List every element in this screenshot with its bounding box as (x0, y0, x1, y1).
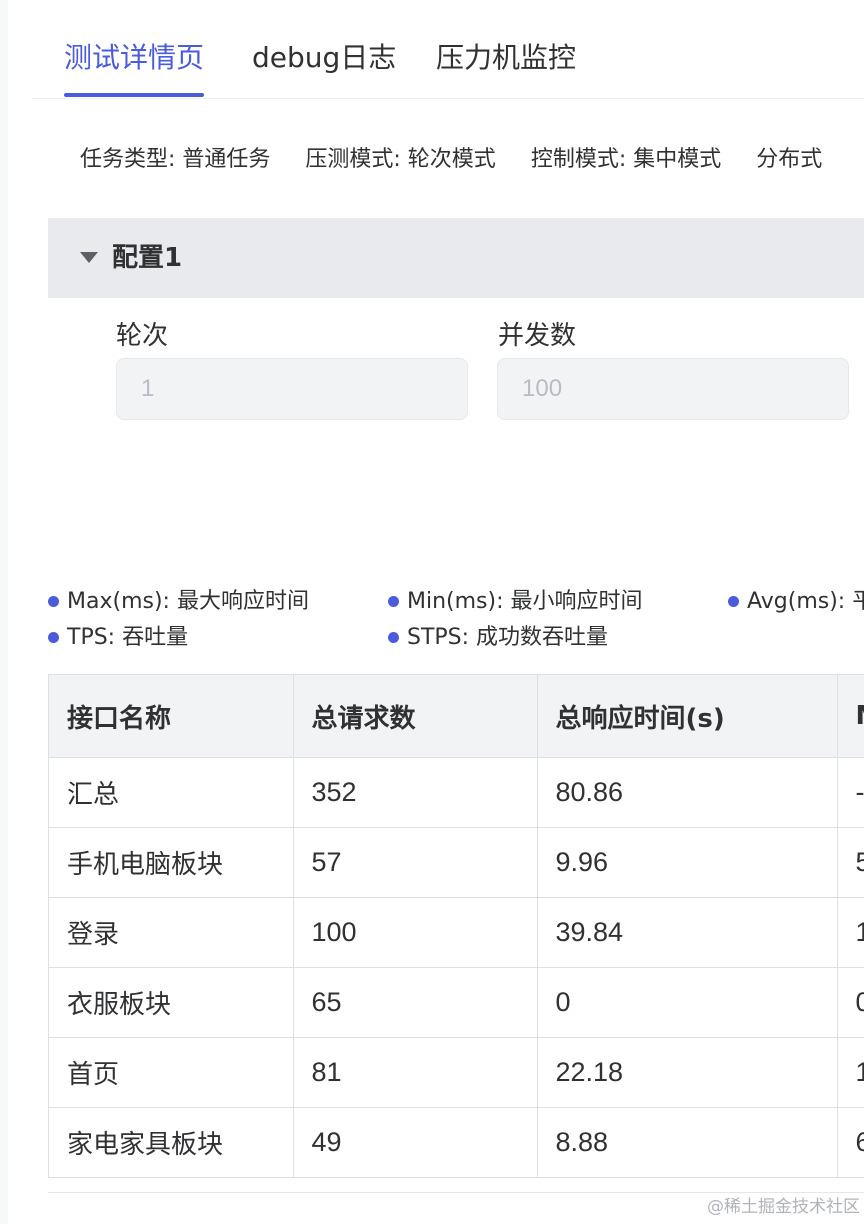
config-title: 配置1 (112, 243, 183, 273)
cell-max: 1 (837, 897, 864, 968)
cell-api-name: 首页 (49, 1037, 294, 1108)
cell-total-response-time: 39.84 (537, 897, 838, 968)
legend-min: Min(ms): 最小响应时间 (388, 584, 643, 620)
cell-api-name: 登录 (49, 897, 294, 968)
active-tab-indicator (64, 93, 204, 97)
cell-api-name: 手机电脑板块 (49, 827, 294, 898)
table-row: 首页 81 22.18 1 (49, 1037, 864, 1108)
dot-icon (388, 632, 399, 643)
table-header-row: 接口名称 总请求数 总响应时间(s) M (49, 675, 864, 758)
cell-total-response-time: 8.88 (537, 1107, 838, 1177)
tab-load-machine-monitor[interactable]: 压力机监控 (436, 38, 576, 78)
cell-total-requests: 100 (293, 897, 538, 968)
legend-stps: STPS: 成功数吞吐量 (388, 620, 608, 656)
task-meta: 任务类型: 普通任务 压测模式: 轮次模式 控制模式: 集中模式 分布式 (80, 140, 850, 180)
cell-max: - (837, 757, 864, 828)
rounds-input[interactable]: 1 (116, 358, 468, 420)
cell-total-requests: 65 (293, 967, 538, 1038)
cell-total-requests: 49 (293, 1107, 538, 1177)
cell-total-response-time: 9.96 (537, 827, 838, 898)
cell-api-name: 家电家具板块 (49, 1107, 294, 1177)
tab-debug-log[interactable]: debug日志 (252, 38, 396, 78)
cell-total-requests: 352 (293, 757, 538, 828)
control-mode: 控制模式: 集中模式 (530, 147, 722, 172)
cell-max: 0 (837, 967, 864, 1038)
header-api-name: 接口名称 (49, 675, 294, 758)
table-row: 登录 100 39.84 1 (49, 897, 864, 968)
tab-test-detail[interactable]: 测试详情页 (64, 38, 204, 78)
divider (48, 1192, 864, 1193)
stats-table: 接口名称 总请求数 总响应时间(s) M 汇总 352 80.86 - 手机电脑… (49, 675, 864, 1177)
header-total-response-time: 总响应时间(s) (537, 675, 838, 758)
caret-down-icon[interactable] (80, 252, 98, 263)
cell-max: 1 (837, 1037, 864, 1108)
table-row: 汇总 352 80.86 - (49, 757, 864, 828)
concurrency-label: 并发数 (498, 321, 577, 351)
cell-max: 5 (837, 827, 864, 898)
test-detail-page: 测试详情页 debug日志 压力机监控 任务类型: 普通任务 压测模式: 轮次模… (0, 0, 864, 1224)
dot-icon (728, 596, 739, 607)
cell-max: 6 (837, 1107, 864, 1177)
legend-max: Max(ms): 最大响应时间 (48, 584, 309, 620)
cell-api-name: 汇总 (49, 757, 294, 828)
cell-total-response-time: 0 (537, 967, 838, 1038)
task-type: 任务类型: 普通任务 (80, 147, 271, 172)
header-total-requests: 总请求数 (293, 675, 538, 758)
dot-icon (48, 596, 59, 607)
legend-tps: TPS: 吞吐量 (48, 620, 188, 656)
concurrency-input[interactable]: 100 (497, 358, 849, 420)
tab-bar: 测试详情页 debug日志 压力机监控 (32, 0, 864, 99)
rounds-label: 轮次 (116, 321, 169, 351)
table-row: 手机电脑板块 57 9.96 5 (49, 827, 864, 898)
table-row: 衣服板块 65 0 0 (49, 967, 864, 1038)
distribution-mode: 分布式 (756, 147, 823, 172)
left-rail (0, 0, 8, 1224)
table-row: 家电家具板块 49 8.88 6 (49, 1107, 864, 1177)
header-max: M (837, 675, 864, 758)
dot-icon (388, 596, 399, 607)
cell-total-requests: 57 (293, 827, 538, 898)
legend-avg: Avg(ms): 平 (728, 584, 864, 620)
load-mode: 压测模式: 轮次模式 (305, 147, 496, 172)
watermark: @稀土掘金技术社区 (707, 1197, 860, 1217)
cell-total-requests: 81 (293, 1037, 538, 1108)
cell-total-response-time: 22.18 (537, 1037, 838, 1108)
stats-table-container[interactable]: 接口名称 总请求数 总响应时间(s) M 汇总 352 80.86 - 手机电脑… (48, 674, 864, 1178)
cell-total-response-time: 80.86 (537, 757, 838, 828)
dot-icon (48, 632, 59, 643)
cell-api-name: 衣服板块 (49, 967, 294, 1038)
